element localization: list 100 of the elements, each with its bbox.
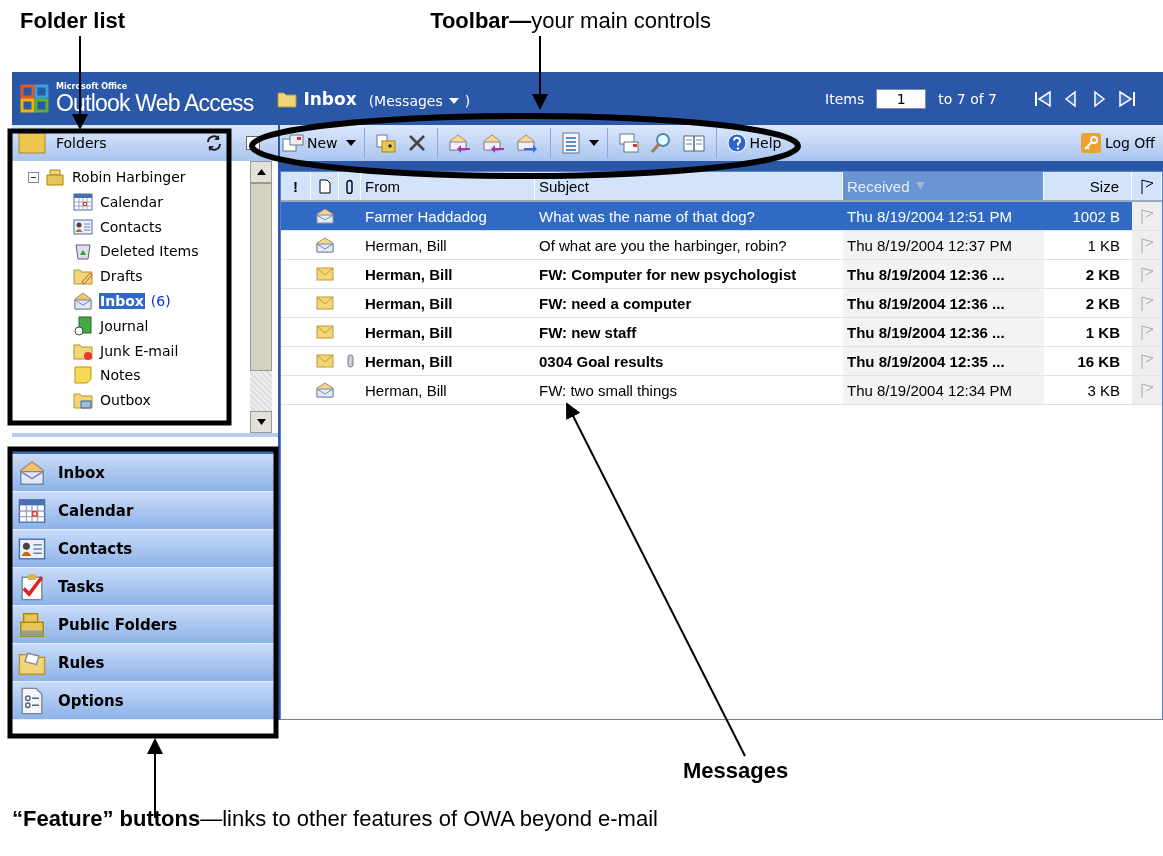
contact-card-icon [73,216,93,237]
scroll-thumb[interactable] [250,182,272,371]
search-icon[interactable] [649,132,672,154]
sender-text: Herman, Bill [365,294,453,312]
message-row[interactable]: Herman, Bill FW: new staff Thu 8/19/2004 12:36 ... 1 KB [281,318,1162,347]
help-icon [726,133,747,153]
collapse-icon[interactable] [28,171,39,183]
message-row[interactable]: Herman, Bill FW: Computer for new psychologist Thu 8/19/2004 12:36 ... 2 KB [281,260,1162,289]
subject-text: FW: two small things [539,381,678,399]
folder-title: Inbox [303,88,357,109]
new-button[interactable]: New [280,134,340,152]
message-row[interactable]: Herman, Bill 0304 Goal results Thu 8/19/2004 12:35 ... 16 KB [281,347,1162,376]
callout-label: Messages [683,758,789,783]
date-text: Thu 8/19/2004 12:51 PM [847,207,1013,225]
journal-icon [73,315,93,336]
folder-stack-icon [45,167,65,188]
office-logo-icon [20,83,50,114]
subject-text: FW: Computer for new psychologist [539,265,797,283]
sort-descending-icon [915,182,925,190]
open-envelope-icon [316,237,334,253]
size-text: 2 KB [1085,294,1120,312]
folder-item[interactable]: Notes [99,367,142,384]
folder-item[interactable]: Journal [99,317,150,334]
view-list-icon[interactable] [560,132,581,154]
help-button[interactable]: Help [724,133,784,153]
address-book-icon[interactable] [681,133,706,153]
date-text: Thu 8/19/2004 12:36 ... [847,265,1005,283]
unread-count: (6) [150,293,171,310]
date-text: Thu 8/19/2004 12:35 ... [847,352,1005,370]
column-header[interactable]: From [361,172,535,200]
folder-item[interactable]: Drafts [99,268,144,285]
forward-icon[interactable] [515,133,540,153]
items-range: to 7 of 7 [938,90,997,107]
date-text: Thu 8/19/2004 12:36 ... [847,323,1005,341]
view-dropdown[interactable]: (Messages ) [368,92,471,109]
callout-label: Folder list [20,8,126,34]
item-number-field[interactable]: 1 [876,88,927,109]
message-row[interactable]: Herman, Bill FW: need a computer Thu 8/19/2004 12:36 ... 2 KB [281,289,1162,318]
message-row[interactable]: Farmer Haddadog What was the name of that dog? Thu 8/19/2004 12:51 PM 1002 B [281,202,1162,231]
first-page-icon[interactable] [1033,88,1053,109]
column-header[interactable]: ! [281,172,311,200]
folder-icon [73,390,93,411]
last-page-icon[interactable] [1117,88,1137,109]
size-text: 2 KB [1085,265,1120,283]
sender-text: Herman, Bill [365,265,453,283]
scroll-down-button[interactable] [250,411,272,433]
caret-icon[interactable] [345,140,356,146]
flag-icon [1139,178,1154,194]
subject-text: FW: new staff [539,323,637,341]
items-label: Items [825,90,865,107]
column-header[interactable]: Size [1044,172,1132,200]
envelope-icon [18,458,46,487]
folder-item[interactable]: Inbox [99,293,145,310]
folders-title: Folders [56,134,108,151]
subject-text: FW: need a computer [539,294,692,312]
envelope-icon [73,291,93,312]
sender-text: Herman, Bill [365,323,453,341]
size-text: 3 KB [1087,381,1120,399]
new-message-icon [282,134,304,152]
scroll-up-button[interactable] [250,160,272,183]
calendar-icon [73,191,93,212]
sender-text: Herman, Bill [365,352,453,370]
refresh-icon[interactable] [204,132,224,153]
size-text: 16 KB [1077,352,1120,370]
key-icon [1079,132,1102,154]
reply-icon[interactable] [447,133,472,153]
envelope-icon [316,325,334,339]
caret-icon[interactable] [588,140,599,146]
calendar-icon [18,496,46,525]
caret-icon [448,97,459,104]
file-drawer-icon [18,610,46,639]
message-row[interactable]: Herman, Bill Of what are you the harbinger, robin? Thu 8/19/2004 12:37 PM 1 KB [281,231,1162,260]
document-icon [318,178,331,194]
folder-item[interactable]: Junk E-mail [99,342,180,359]
scroll-down-icon [256,419,266,425]
delete-icon[interactable] [406,133,427,153]
callout-label: “Feature” buttons—links to other features of OWA beyond e-mail [12,806,658,831]
sender-text: Farmer Haddadog [365,207,487,225]
sender-text: Herman, Bill [365,236,447,254]
folder-item[interactable]: Calendar [99,193,164,210]
folder-item[interactable]: Deleted Items [99,243,200,260]
messages-icon[interactable] [617,132,640,154]
size-text: 1 KB [1085,323,1120,341]
envelope-icon [316,354,334,368]
sender-text: Herman, Bill [365,381,447,399]
folder-item[interactable]: Outbox [99,392,152,409]
log-off-button[interactable]: Log Off [1077,132,1157,154]
mailbox-name[interactable]: Robin Harbinger [71,169,187,186]
message-row[interactable]: Herman, Bill FW: two small things Thu 8/19/2004 12:34 PM 3 KB [281,376,1162,405]
folder-item[interactable]: Contacts [99,218,163,235]
folder-icon [73,266,93,287]
move-to-folder-icon[interactable] [374,132,397,154]
scroll-up-icon [256,168,266,175]
size-text: 1 KB [1087,236,1120,254]
scrollbar[interactable] [250,160,272,433]
subject-text: Of what are you the harbinger, robin? [539,236,787,254]
open-envelope-icon [316,208,334,224]
folder-icon [18,131,46,154]
envelope-icon [316,296,334,310]
reply-all-icon[interactable] [481,133,506,153]
